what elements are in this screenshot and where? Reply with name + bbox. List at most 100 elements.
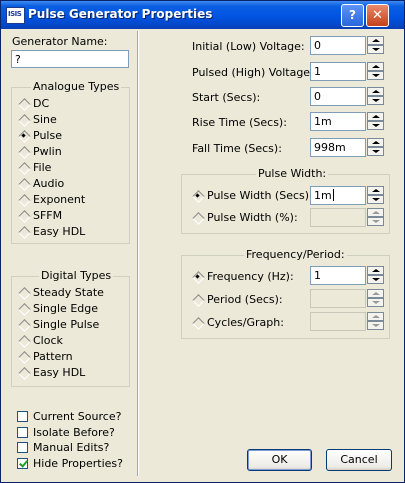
- spin-up-icon[interactable]: [367, 289, 384, 298]
- pulse-width-percent-radio[interactable]: Pulse Width (%):: [192, 210, 307, 225]
- generator-name-input[interactable]: ?: [11, 50, 129, 68]
- radio-indicator-icon: [18, 194, 29, 205]
- help-button[interactable]: ?: [341, 4, 364, 27]
- radio-easy-hdl[interactable]: Easy HDL: [18, 365, 128, 380]
- spin-up-icon[interactable]: [367, 312, 384, 321]
- checkbox-manual-edits[interactable]: Manual Edits?: [17, 441, 127, 455]
- radio-audio[interactable]: Audio: [18, 176, 128, 191]
- pulse-width-secs-value: 1m: [314, 189, 332, 202]
- spin-up-icon[interactable]: [367, 186, 384, 195]
- generator-name-label: Generator Name:: [12, 35, 108, 48]
- initial-voltage-input[interactable]: 0: [310, 36, 366, 55]
- radio-single-pulse[interactable]: Single Pulse: [18, 317, 128, 332]
- checkbox-box-icon[interactable]: [17, 426, 28, 438]
- period-input[interactable]: [310, 289, 366, 308]
- radio-indicator-icon: [192, 317, 203, 328]
- radio-indicator-icon: [18, 367, 29, 378]
- rise-time-input[interactable]: 1m: [310, 112, 366, 131]
- checkbox-label: Hide Properties?: [33, 456, 124, 470]
- pulsed-voltage-label: Pulsed (High) Voltage:: [192, 66, 314, 79]
- app-icon-text: ISIS: [8, 10, 22, 18]
- cycles-input[interactable]: [310, 312, 366, 331]
- close-button[interactable]: ✕: [366, 4, 389, 27]
- radio-indicator-icon: [18, 114, 29, 125]
- start-spinner[interactable]: [367, 87, 384, 105]
- spin-down-icon[interactable]: [367, 321, 384, 330]
- radio-exponent[interactable]: Exponent: [18, 192, 128, 207]
- pulsed-voltage-input[interactable]: 1: [310, 62, 366, 81]
- cancel-button[interactable]: Cancel: [326, 449, 392, 471]
- spin-down-icon[interactable]: [367, 195, 384, 204]
- cycles-spinner[interactable]: [367, 312, 384, 330]
- spin-down-icon[interactable]: [367, 121, 384, 130]
- digital-types-title: Digital Types: [39, 269, 114, 282]
- spin-down-icon[interactable]: [367, 71, 384, 80]
- spin-up-icon[interactable]: [367, 138, 384, 147]
- spin-up-icon[interactable]: [367, 62, 384, 71]
- rise-time-spinner[interactable]: [367, 112, 384, 130]
- checkbox-label: Manual Edits?: [33, 441, 110, 454]
- radio-sine[interactable]: Sine: [18, 112, 128, 127]
- spin-up-icon[interactable]: [367, 36, 384, 45]
- frequency-radio[interactable]: Frequency (Hz):: [192, 269, 307, 284]
- checkbox-box-icon[interactable]: [17, 442, 28, 453]
- checkmark-icon[interactable]: [17, 457, 28, 469]
- pulse-width-percent-input[interactable]: [310, 208, 366, 227]
- pulsed-voltage-spinner[interactable]: [367, 62, 384, 80]
- ok-button[interactable]: OK: [247, 449, 312, 471]
- radio-steady-state[interactable]: Steady State: [18, 285, 128, 300]
- spin-up-icon[interactable]: [367, 87, 384, 96]
- pulse-width-secs-input[interactable]: 1m: [310, 186, 366, 205]
- spin-down-icon[interactable]: [367, 45, 384, 54]
- period-radio[interactable]: Period (Secs):: [192, 292, 307, 307]
- checkbox-box-icon[interactable]: [17, 411, 28, 422]
- radio-pwlin[interactable]: Pwlin: [18, 144, 128, 159]
- radio-single-edge[interactable]: Single Edge: [18, 301, 128, 316]
- radio-label: Clock: [33, 334, 63, 347]
- radio-sffm[interactable]: SFFM: [18, 208, 128, 223]
- spin-down-icon[interactable]: [367, 275, 384, 284]
- cycles-radio[interactable]: Cycles/Graph:: [192, 315, 307, 330]
- frequency-input[interactable]: 1: [310, 266, 366, 285]
- radio-indicator-icon: [18, 226, 29, 237]
- radio-dc[interactable]: DC: [18, 96, 128, 111]
- pulse-width-secs-radio[interactable]: Pulse Width (Secs):: [192, 188, 313, 203]
- initial-voltage-label: Initial (Low) Voltage:: [192, 40, 305, 53]
- period-spinner[interactable]: [367, 289, 384, 307]
- spin-up-icon[interactable]: [367, 266, 384, 275]
- checkbox-isolate-before[interactable]: Isolate Before?: [17, 426, 127, 440]
- radio-label: Sine: [33, 113, 57, 126]
- fall-time-spinner[interactable]: [367, 138, 384, 156]
- text-cursor: [332, 189, 334, 201]
- checkbox-current-source[interactable]: Current Source?: [17, 410, 127, 424]
- radio-pattern[interactable]: Pattern: [18, 349, 128, 364]
- radio-indicator-icon: [18, 319, 29, 330]
- fall-time-input[interactable]: 998m: [310, 138, 366, 157]
- radio-label: Exponent: [33, 193, 86, 206]
- radio-pulse[interactable]: Pulse: [18, 128, 128, 143]
- radio-indicator-icon: [18, 210, 29, 221]
- radio-indicator-icon: [18, 287, 29, 298]
- spin-up-icon[interactable]: [367, 208, 384, 217]
- radio-file[interactable]: File: [18, 160, 128, 175]
- initial-voltage-spinner[interactable]: [367, 36, 384, 54]
- pulse-width-secs-spinner[interactable]: [367, 186, 384, 204]
- checkbox-hide-properties[interactable]: Hide Properties?: [17, 457, 127, 471]
- radio-label: Pulse: [33, 129, 62, 142]
- frequency-spinner[interactable]: [367, 266, 384, 284]
- spin-up-icon[interactable]: [367, 112, 384, 121]
- start-input[interactable]: 0: [310, 87, 366, 106]
- spin-down-icon[interactable]: [367, 217, 384, 226]
- start-label: Start (Secs):: [192, 91, 261, 104]
- radio-clock[interactable]: Clock: [18, 333, 128, 348]
- pulse-width-percent-spinner[interactable]: [367, 208, 384, 226]
- radio-label: Audio: [33, 177, 65, 190]
- spin-down-icon[interactable]: [367, 147, 384, 156]
- title-bar[interactable]: ISIS Pulse Generator Properties ? ✕: [1, 1, 404, 29]
- pulse-width-title: Pulse Width:: [256, 167, 329, 180]
- radio-easy-hdl[interactable]: Easy HDL: [18, 224, 128, 239]
- spin-down-icon[interactable]: [367, 96, 384, 105]
- radio-label: Pattern: [33, 350, 73, 363]
- window-title: Pulse Generator Properties: [28, 7, 213, 21]
- spin-down-icon[interactable]: [367, 298, 384, 307]
